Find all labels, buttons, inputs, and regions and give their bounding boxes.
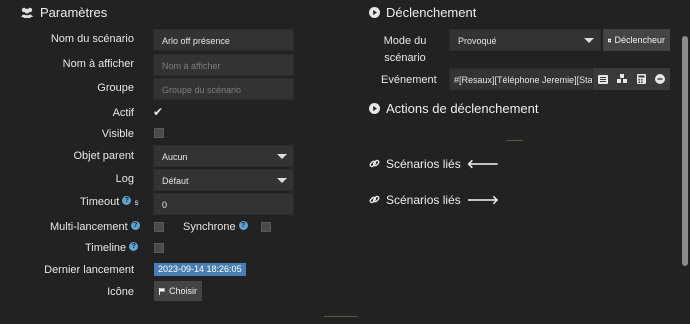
event-input[interactable]: #[Resaux][Téléphone Jeremie][Statut]# [449, 68, 593, 90]
timeout-input[interactable]: 0 [153, 193, 294, 215]
link-icon [369, 159, 380, 168]
linked-scenarios-label-2: Scénarios liés [386, 192, 461, 207]
scenario-mode-label: Mode du scénario [380, 33, 430, 67]
display-name-input[interactable]: Nom à afficher [153, 54, 294, 76]
scenario-mode-label-line-1: Mode du [383, 35, 427, 47]
multi-launch-checkbox[interactable] [154, 222, 164, 232]
synchronous-label-group: Synchrone ? [183, 221, 248, 233]
active-label: Actif [112, 107, 134, 119]
timeout-label: Timeout [80, 196, 120, 208]
timeout-unit: s [134, 198, 139, 207]
visible-label: Visible [101, 128, 134, 140]
last-launch-label: Dernier lancement [44, 264, 134, 276]
log-value: Défaut [162, 176, 189, 186]
help-icon[interactable]: ? [129, 242, 139, 251]
log-select[interactable]: Défaut [153, 169, 294, 191]
timeline-label-group: Timeline ? [85, 242, 139, 254]
choose-icon-label: Choisir [168, 286, 197, 296]
chevron-down-icon [277, 178, 287, 183]
trigger-actions-header: Actions de déclenchement [369, 101, 538, 116]
choose-icon-button[interactable]: Choisir [154, 281, 202, 301]
divider [506, 140, 523, 141]
parent-object-value: Aucun [162, 152, 188, 162]
timeline-label: Timeline [85, 242, 127, 254]
event-toolbar [593, 68, 670, 90]
multi-launch-label: Multi-lancement [50, 221, 128, 233]
event-label: Evénement [381, 74, 437, 86]
linked-scenarios-header-2[interactable]: Scénarios liés 🡒 [369, 192, 499, 207]
users-icon [21, 7, 33, 18]
add-trigger-label: Déclencheur [614, 35, 665, 45]
group-label: Groupe [97, 82, 134, 94]
group-input[interactable]: Groupe du scénario [153, 78, 294, 100]
scenario-name-input[interactable]: Arlo off présence [153, 29, 294, 51]
add-trigger-button[interactable]: Déclencheur [603, 29, 670, 51]
active-checkbox[interactable]: ✔ [153, 106, 163, 118]
help-icon[interactable]: ? [130, 221, 140, 230]
chevron-down-icon [584, 38, 594, 43]
trigger-title: Déclenchement [386, 5, 477, 20]
synchronous-label: Synchrone [183, 221, 236, 233]
scenario-mode-value: Provoqué [458, 36, 497, 46]
visible-checkbox[interactable] [154, 128, 164, 138]
link-icon [369, 195, 380, 204]
parent-object-label: Objet parent [73, 150, 134, 162]
parent-object-select[interactable]: Aucun [153, 145, 294, 167]
arrow-right-icon: 🡒 [466, 193, 499, 207]
last-launch-badge: 2023-09-14 18:26:05 [154, 263, 246, 276]
trigger-header: Déclenchement [369, 5, 476, 20]
list-icon[interactable] [595, 68, 611, 90]
arrow-left-icon: 🡐 [466, 157, 499, 171]
icon-label: Icône [107, 286, 134, 298]
scrollbar-thumb[interactable] [682, 36, 688, 266]
scenario-mode-select[interactable]: Provoqué [449, 29, 601, 51]
play-circle-icon [369, 7, 380, 18]
linked-scenarios-label-1: Scénarios liés [386, 156, 461, 171]
help-icon[interactable]: ? [122, 196, 132, 205]
parameters-title: Paramètres [40, 5, 108, 20]
timeline-checkbox[interactable] [154, 243, 164, 253]
synchronous-checkbox[interactable] [261, 222, 271, 232]
calculator-icon[interactable] [633, 68, 649, 90]
remove-circle-icon[interactable] [652, 68, 668, 90]
scenario-mode-label-line-2: scénario [384, 52, 426, 64]
linked-scenarios-header-1[interactable]: Scénarios liés 🡐 [369, 156, 499, 171]
help-icon[interactable]: ? [238, 221, 248, 230]
parameters-header: Paramètres [20, 5, 107, 20]
scenario-name-label: Nom du scénario [50, 33, 134, 45]
divider [324, 316, 358, 317]
log-label: Log [115, 173, 134, 185]
plus-square-icon [608, 38, 612, 42]
multi-launch-label-group: Multi-lancement ? [50, 221, 140, 233]
play-circle-icon [369, 103, 380, 114]
display-name-label: Nom à afficher [62, 58, 134, 70]
cube-icon[interactable] [614, 68, 630, 90]
flag-icon [159, 287, 166, 295]
timeout-label-group: Timeout ? s [80, 196, 138, 208]
chevron-down-icon [277, 154, 287, 159]
trigger-actions-title: Actions de déclenchement [386, 101, 539, 116]
